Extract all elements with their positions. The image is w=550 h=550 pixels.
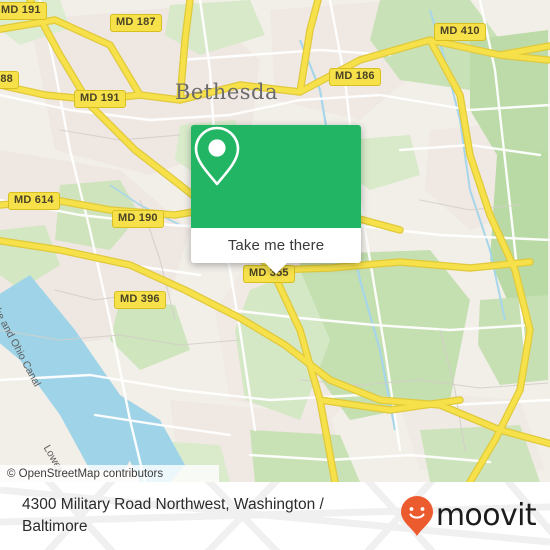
take-me-there-label: Take me there — [227, 237, 325, 254]
road-shield: MD 187 — [110, 14, 162, 32]
attribution-text: © OpenStreetMap contributors — [7, 467, 164, 480]
moovit-logo[interactable]: moovit — [400, 495, 537, 537]
take-me-there-button[interactable]: Take me there — [191, 228, 361, 263]
road-shield: MD 191 — [0, 2, 47, 20]
address-text: 4300 Military Road Northwest, Washington… — [22, 496, 324, 535]
road-shield: MD 190 — [112, 210, 164, 228]
location-callout-card[interactable]: Take me there — [191, 125, 361, 274]
road-shield: MD 191 — [74, 90, 126, 108]
map-attribution[interactable]: © OpenStreetMap contributors — [0, 465, 219, 482]
map-canvas[interactable]: Bethesda MD 191 MD 187 MD 410 MD 191 MD … — [0, 0, 550, 482]
screenshot-root: Bethesda MD 191 MD 187 MD 410 MD 191 MD … — [0, 0, 550, 550]
moovit-wordmark: moovit — [435, 498, 537, 533]
road-shield: MD 614 — [8, 192, 60, 210]
footer-bar: 4300 Military Road Northwest, Washington… — [0, 482, 550, 550]
callout-header — [191, 125, 361, 228]
moovit-pin-smiley-icon — [400, 496, 433, 536]
callout-pointer — [265, 263, 287, 274]
road-shield: MD 410 — [434, 23, 486, 41]
map-pin-icon — [194, 126, 240, 186]
road-shield: MD 186 — [329, 68, 381, 86]
road-shield: 188 — [0, 71, 19, 89]
road-shield: MD 396 — [114, 291, 166, 309]
map-place-label: Bethesda — [175, 80, 278, 104]
